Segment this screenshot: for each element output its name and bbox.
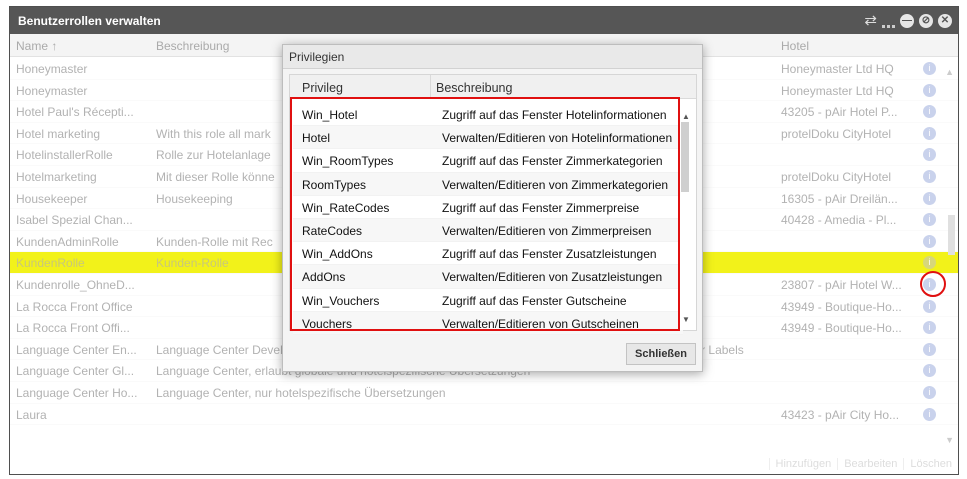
info-icon[interactable]: i bbox=[923, 191, 936, 205]
info-icon[interactable]: i bbox=[923, 105, 936, 119]
role-name: La Rocca Front Office bbox=[16, 299, 133, 314]
grid-scrollbar[interactable] bbox=[947, 67, 956, 445]
window-title: Benutzerrollen verwalten bbox=[18, 13, 161, 28]
role-hotel: 23807 - pAir Hotel W... bbox=[781, 277, 902, 292]
column-description-header[interactable]: Beschreibung bbox=[156, 39, 229, 53]
role-hotel: 40428 - Amedia - Pl... bbox=[781, 213, 897, 228]
highlight-box bbox=[290, 97, 680, 331]
table-row[interactable]: Language Center Ho... Language Center, nu… bbox=[10, 382, 958, 404]
role-name: Honeymaster bbox=[16, 62, 88, 76]
role-name: Honeymaster bbox=[16, 83, 88, 98]
role-hotel: 43205 - pAir Hotel P... bbox=[781, 105, 898, 120]
role-hotel: 43423 - pAir City Ho... bbox=[781, 407, 900, 422]
role-name: La Rocca Front Offi... bbox=[16, 321, 130, 336]
info-icon[interactable]: i bbox=[923, 321, 936, 335]
maximize-button[interactable]: ⊘ bbox=[919, 13, 933, 28]
role-name: Kundenrolle_OhneD... bbox=[16, 277, 135, 292]
scroll-down-icon[interactable]: ▼ bbox=[945, 435, 954, 445]
role-name: Hotel Paul's Récepti... bbox=[16, 105, 134, 120]
info-icon[interactable]: i bbox=[923, 169, 936, 183]
role-hotel: protelDoku CityHotel bbox=[781, 126, 892, 141]
role-name: Language Center Gl... bbox=[16, 364, 135, 379]
dialog-title[interactable]: Privilegien bbox=[283, 45, 702, 69]
layout-icon[interactable] bbox=[882, 14, 895, 28]
grid-toolbar: Hinzufügen Bearbeiten Löschen bbox=[768, 454, 958, 474]
role-name: KundenAdminRolle bbox=[16, 234, 119, 249]
dialog-scroll-up-icon[interactable]: ▲ bbox=[682, 112, 690, 121]
role-name: Laura bbox=[16, 407, 47, 422]
role-name: Hotel marketing bbox=[16, 126, 101, 141]
info-icon[interactable]: i bbox=[923, 148, 936, 162]
delete-button[interactable]: Löschen bbox=[903, 458, 958, 470]
info-icon[interactable]: i bbox=[923, 234, 936, 248]
privileges-grid-header: Privileg Beschreibung bbox=[290, 75, 696, 99]
info-icon[interactable]: i bbox=[923, 299, 936, 313]
swap-icon[interactable]: ⇄ bbox=[864, 13, 877, 28]
dialog-scroll-down-icon[interactable]: ▼ bbox=[682, 315, 690, 324]
role-name: Housekeeper bbox=[16, 191, 88, 206]
role-name: KundenRolle bbox=[16, 256, 85, 271]
edit-button[interactable]: Bearbeiten bbox=[837, 458, 903, 470]
role-name: HotelinstallerRolle bbox=[16, 148, 113, 163]
info-icon[interactable]: i bbox=[923, 213, 936, 227]
column-separator[interactable] bbox=[430, 75, 431, 99]
info-icon[interactable]: i bbox=[923, 256, 936, 270]
info-icon[interactable]: i bbox=[923, 385, 936, 399]
info-icon[interactable]: i bbox=[923, 407, 936, 421]
role-hotel: Honeymaster Ltd HQ bbox=[781, 62, 894, 76]
role-description: Mit dieser Rolle könne bbox=[156, 169, 275, 184]
role-hotel: 16305 - pAir Dreilän... bbox=[781, 191, 898, 206]
column-description-header[interactable]: Beschreibung bbox=[436, 81, 512, 95]
dialog-scroll-thumb[interactable] bbox=[681, 122, 689, 192]
info-icon[interactable]: i bbox=[923, 83, 936, 97]
table-row[interactable]: Laura 43423 - pAir City Ho... i bbox=[10, 404, 958, 426]
scroll-up-icon[interactable]: ▲ bbox=[945, 67, 954, 77]
column-hotel-header[interactable]: Hotel bbox=[781, 39, 809, 53]
role-description: Language Center, nur hotelspezifische Üb… bbox=[156, 385, 446, 400]
role-hotel: protelDoku CityHotel bbox=[781, 169, 892, 184]
info-icon[interactable]: i bbox=[923, 62, 936, 75]
info-icon[interactable]: i bbox=[923, 364, 936, 378]
role-description: Kunden-Rolle mit Rec bbox=[156, 234, 273, 249]
info-icon[interactable]: i bbox=[923, 126, 936, 140]
role-name: Language Center Ho... bbox=[16, 385, 138, 400]
role-hotel: Honeymaster Ltd HQ bbox=[781, 83, 894, 98]
column-privilege-header[interactable]: Privileg bbox=[302, 81, 343, 95]
role-hotel: 43949 - Boutique-Ho... bbox=[781, 321, 902, 336]
highlight-circle bbox=[920, 271, 946, 297]
role-description: Housekeeping bbox=[156, 191, 233, 206]
window-titlebar[interactable]: Benutzerrollen verwalten ⇄ — ⊘ ✕ bbox=[10, 7, 958, 34]
role-description: Rolle zur Hotelanlage bbox=[156, 148, 271, 163]
role-description: With this role all mark bbox=[156, 126, 271, 141]
role-name: Isabel Spezial Chan... bbox=[16, 213, 133, 228]
close-dialog-button[interactable]: Schließen bbox=[626, 343, 696, 365]
minimize-button[interactable]: — bbox=[900, 13, 914, 28]
info-icon[interactable]: i bbox=[923, 342, 936, 356]
role-name: Language Center En... bbox=[16, 342, 137, 357]
grid-scroll-thumb[interactable] bbox=[948, 215, 955, 255]
role-description: Kunden-Rolle bbox=[156, 256, 229, 271]
column-name-header[interactable]: Name ↑ bbox=[16, 39, 57, 53]
close-button[interactable]: ✕ bbox=[938, 13, 952, 28]
add-button[interactable]: Hinzufügen bbox=[768, 458, 838, 470]
role-hotel: 43949 - Boutique-Ho... bbox=[781, 299, 902, 314]
role-name: Hotelmarketing bbox=[16, 169, 97, 184]
